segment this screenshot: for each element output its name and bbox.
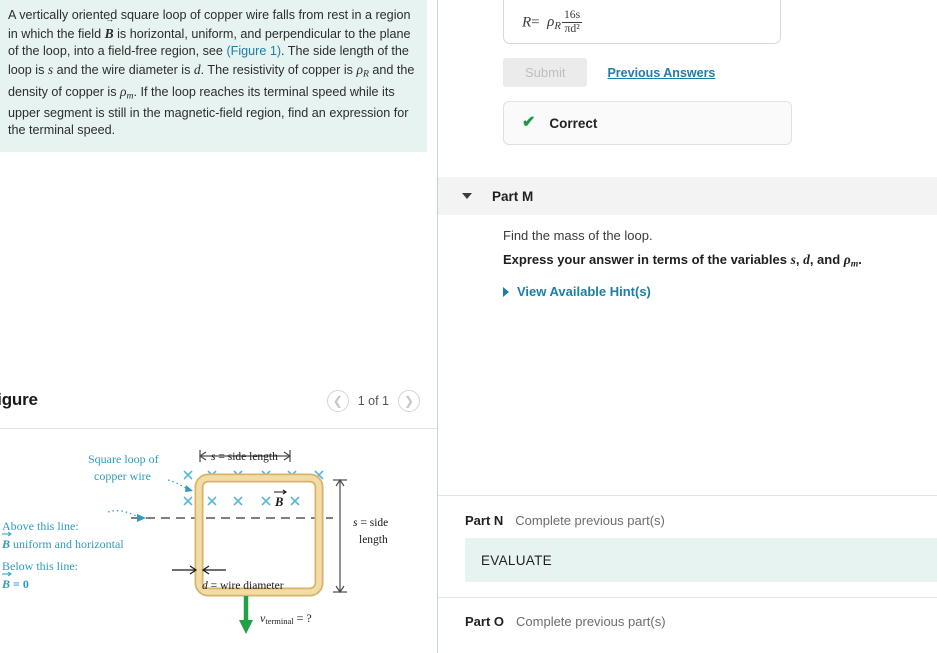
side-length-measure-right <box>333 478 347 594</box>
part-m-header[interactable]: Part M <box>438 177 937 215</box>
part-n-divider <box>438 495 937 496</box>
caret-right-icon <box>503 286 509 297</box>
problem-statement: A vertically oriented square loop of cop… <box>0 0 427 152</box>
view-hints-link[interactable]: View Available Hint(s) <box>503 284 651 299</box>
express-var-s: s <box>790 252 796 267</box>
part-o-label: Part O <box>465 614 505 629</box>
figure-svg: s = side length s = side length B d = wi… <box>1 450 388 634</box>
previous-answer-fraction: 16s πd² <box>561 8 583 36</box>
part-n-label: Part N <box>465 513 504 528</box>
previous-answer-box: R= ρR 16s πd² <box>503 0 781 44</box>
part-m-label: Part M <box>492 188 534 204</box>
problem-text-seg-4: and the wire diameter is <box>53 62 194 77</box>
left-panel: A vertically oriented square loop of cop… <box>0 0 437 653</box>
side-length-right-line1: s = side <box>353 517 388 529</box>
part-m-express-prefix: Express your answer in terms of the vari… <box>503 252 791 267</box>
part-o-message: Complete previous part(s) <box>516 614 666 629</box>
figure-nav: ❮ 1 of 1 ❯ <box>326 390 420 412</box>
part-o-divider <box>438 597 937 598</box>
previous-answer-rho-sub: R <box>554 20 561 33</box>
part-n-message: Complete previous part(s) <box>515 513 665 528</box>
below-line-label-1: Below this line: <box>2 559 78 573</box>
figure-prev-button[interactable]: ❮ <box>326 390 349 412</box>
correct-status-box: ✔ Correct <box>503 101 792 145</box>
field-x-marks-row2 <box>183 496 324 506</box>
part-n-row: Part N Complete previous part(s) <box>465 513 665 528</box>
right-panel: R= ρR 16s πd² Submit Previous Answers ✔ Co… <box>438 0 937 653</box>
status-badge: Correct <box>549 115 598 131</box>
previous-answer-eq: = <box>531 14 540 31</box>
evaluate-banner: EVALUATE <box>465 538 937 582</box>
chevron-right-icon: ❯ <box>403 394 415 408</box>
previous-answer-formula: R= ρR 16s πd² <box>522 8 583 36</box>
previous-answer-label: R <box>522 14 532 31</box>
figure-divider <box>0 428 437 429</box>
express-var-rho-m: ρm <box>843 252 859 270</box>
previous-answers-link[interactable]: Previous Answers <box>607 66 715 80</box>
square-loop-label-line1: Square loop of <box>88 452 159 466</box>
previous-answer-numerator: 16s <box>563 8 581 21</box>
figure-image: s = side length s = side length B d = wi… <box>0 430 437 653</box>
above-line-leader-arrow <box>137 514 146 522</box>
b-field-arrow-icon <box>274 489 287 495</box>
check-icon: ✔ <box>522 114 536 131</box>
square-loop-leader-arrow <box>185 485 193 492</box>
side-length-top-label: s = side length <box>211 451 278 463</box>
var-rho-m: ρm <box>120 83 134 102</box>
problem-text: A vertically oriented square loop of cop… <box>8 7 417 140</box>
problem-text-seg-5: . The resistivity of copper is <box>200 62 357 77</box>
above-line-label-1: Above this line: <box>2 519 79 533</box>
figure-count-label: 1 of 1 <box>357 394 389 408</box>
above-line-label-2: B uniform and horizontal <box>1 537 124 551</box>
b-vector-symbol: B <box>105 15 115 43</box>
previous-answer-rho: ρR <box>547 14 561 33</box>
figure-header: Figure ❮ 1 of 1 ❯ <box>0 390 437 428</box>
loop-wire-fill <box>196 475 322 595</box>
part-m-express: Express your answer in terms of the vari… <box>503 252 862 270</box>
part-o-row: Part O Complete previous part(s) <box>465 614 666 629</box>
figure-title: Figure <box>0 390 38 409</box>
wire-diameter-label: d = wire diameter <box>202 580 284 592</box>
caret-down-icon[interactable] <box>462 193 472 199</box>
side-length-right-line2: length <box>359 534 388 546</box>
figure-1-link[interactable]: (Figure 1) <box>226 44 281 58</box>
previous-part-actions: Submit Previous Answers <box>503 58 715 87</box>
b-field-label: B <box>274 495 283 509</box>
above-line-leader <box>107 510 143 519</box>
evaluate-label: EVALUATE <box>481 552 552 568</box>
previous-submit-button[interactable]: Submit <box>503 58 588 87</box>
previous-answer-denominator: πd² <box>561 21 583 36</box>
velocity-arrow <box>239 596 253 634</box>
figure-next-button[interactable]: ❯ <box>398 390 420 412</box>
view-hints-label: View Available Hint(s) <box>517 284 651 299</box>
chevron-left-icon: ❮ <box>332 394 343 408</box>
below-line-label-2: B = 0 <box>1 577 29 591</box>
problem-page: A vertically oriented square loop of cop… <box>0 0 937 653</box>
part-m-prompt: Find the mass of the loop. <box>503 228 653 243</box>
loop-wire-outline <box>194 473 324 597</box>
express-var-d: d <box>803 252 810 267</box>
v-terminal-label: vterminal = ? <box>260 611 312 626</box>
square-loop-label-line2: copper wire <box>94 469 151 483</box>
var-rho-r: ρR <box>356 61 369 80</box>
var-d: d <box>193 61 201 77</box>
